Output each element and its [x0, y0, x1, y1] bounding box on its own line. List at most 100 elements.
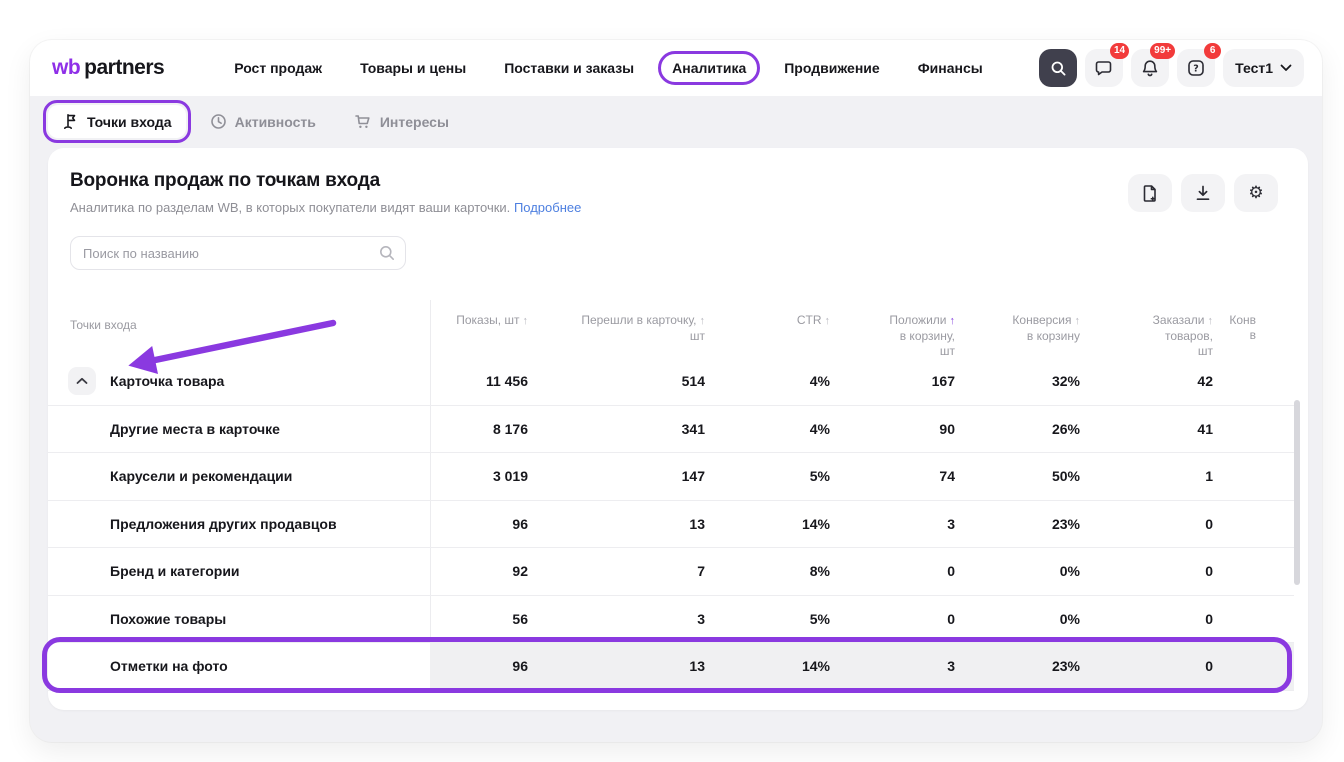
account-menu[interactable]: Тест1	[1223, 49, 1304, 87]
file-plus-icon	[1141, 184, 1159, 203]
cell-3-5: 0	[1080, 516, 1213, 532]
tab-1[interactable]: Активность	[196, 105, 330, 138]
nav-item-2[interactable]: Поставки и заказы	[504, 60, 634, 76]
entry-point-name: Похожие товары	[110, 611, 226, 627]
help-button[interactable]: ? 6	[1177, 49, 1215, 87]
cell-0-3: 167	[830, 373, 955, 389]
table-row-5[interactable]: Похожие товары5635%00%0	[48, 596, 1294, 644]
column-header-2[interactable]: CTR↑	[705, 313, 830, 358]
column-header-1[interactable]: Перешли в карточку,↑шт	[528, 313, 705, 358]
search-button[interactable]	[1039, 49, 1077, 87]
cell-1-3: 90	[830, 421, 955, 437]
nav-item-1[interactable]: Товары и цены	[360, 60, 466, 76]
column-header-5[interactable]: Заказали↑товаров,шт	[1080, 313, 1213, 358]
cell-6-2: 14%	[705, 658, 830, 674]
tab-label: Активность	[235, 114, 316, 130]
help-icon: ?	[1187, 59, 1205, 77]
account-name: Тест1	[1235, 60, 1273, 76]
report-button[interactable]	[1128, 174, 1172, 212]
cell-4-5: 0	[1080, 563, 1213, 579]
collapse-button[interactable]	[68, 367, 96, 395]
cell-2-2: 5%	[705, 468, 830, 484]
table-row-6[interactable]: Отметки на фото961314%323%0	[48, 643, 1294, 691]
cell-1-5: 41	[1080, 421, 1213, 437]
cell-5-3: 0	[830, 611, 955, 627]
chat-icon	[1095, 59, 1114, 77]
entry-point-name: Карточка товара	[110, 373, 224, 389]
cell-4-0: 92	[430, 563, 528, 579]
cell-6-5: 0	[1080, 658, 1213, 674]
cell-3-1: 13	[528, 516, 705, 532]
logo-wb: wb	[52, 56, 80, 80]
download-icon	[1194, 184, 1212, 202]
vertical-scrollbar[interactable]	[1294, 400, 1300, 585]
nav-item-3[interactable]: Аналитика	[672, 60, 746, 76]
tab-0[interactable]: Точки входа	[48, 105, 186, 138]
content-area: Точки входа Активность Интересы Воронка пр…	[30, 96, 1322, 742]
cell-4-2: 8%	[705, 563, 830, 579]
column-header-6[interactable]: Конвв	[1213, 313, 1294, 358]
messages-badge: 14	[1110, 43, 1129, 59]
table-row-0[interactable]: Карточка товара 11 4565144%16732%42	[48, 358, 1294, 406]
cell-0-4: 32%	[955, 373, 1080, 389]
cell-6-3: 3	[830, 658, 955, 674]
column-header-4[interactable]: Конверсия↑в корзину	[955, 313, 1080, 358]
nav-item-0[interactable]: Рост продаж	[234, 60, 322, 76]
cell-5-0: 56	[430, 611, 528, 627]
cell-1-1: 341	[528, 421, 705, 437]
table-row-2[interactable]: Карусели и рекомендации3 0191475%7450%1	[48, 453, 1294, 501]
tab-label: Точки входа	[87, 114, 172, 130]
entry-flag-icon	[62, 113, 79, 130]
page-subtitle: Аналитика по разделам WB, в которых поку…	[70, 200, 581, 215]
wb-partners-logo[interactable]: wbpartners	[52, 56, 164, 80]
messages-button[interactable]: 14	[1085, 49, 1123, 87]
settings-button[interactable]: ⚙	[1234, 174, 1278, 212]
nav-item-4[interactable]: Продвижение	[784, 60, 879, 76]
search-input[interactable]	[70, 236, 406, 270]
more-link[interactable]: Подробнее	[514, 200, 581, 215]
entry-point-name: Бренд и категории	[110, 563, 240, 579]
cell-4-1: 7	[528, 563, 705, 579]
cell-1-4: 26%	[955, 421, 1080, 437]
cell-5-5: 0	[1080, 611, 1213, 627]
table-row-4[interactable]: Бренд и категории9278%00%0	[48, 548, 1294, 596]
page: wbpartners Рост продаж Товары и цены Поста…	[0, 0, 1344, 762]
tab-2[interactable]: Интересы	[340, 105, 463, 138]
notifications-button[interactable]: 99+	[1131, 49, 1169, 87]
chevron-down-icon	[1280, 64, 1292, 72]
card-actions: ⚙	[1128, 174, 1278, 212]
cell-6-0: 96	[430, 658, 528, 674]
download-button[interactable]	[1181, 174, 1225, 212]
notifications-badge: 99+	[1150, 43, 1175, 59]
topbar-actions: 14 99+ ? 6 Тест1	[1039, 49, 1304, 87]
tab-label: Интересы	[380, 114, 449, 130]
search-icon	[1050, 60, 1067, 77]
cell-0-0: 11 456	[430, 373, 528, 389]
cell-1-2: 4%	[705, 421, 830, 437]
cell-6-1: 13	[528, 658, 705, 674]
cell-0-2: 4%	[705, 373, 830, 389]
table-header-row: Точки входа Показы, шт↑Перешли в карточк…	[48, 300, 1294, 358]
svg-text:?: ?	[1193, 64, 1199, 75]
cell-0-5: 42	[1080, 373, 1213, 389]
cart-icon	[354, 113, 372, 130]
cell-3-3: 3	[830, 516, 955, 532]
cell-3-2: 14%	[705, 516, 830, 532]
nav-item-5[interactable]: Финансы	[918, 60, 983, 76]
entry-points-table: Точки входа Показы, шт↑Перешли в карточк…	[48, 300, 1294, 691]
table-row-1[interactable]: Другие места в карточке8 1763414%9026%41	[48, 406, 1294, 454]
cell-3-4: 23%	[955, 516, 1080, 532]
cell-5-2: 5%	[705, 611, 830, 627]
annotation-nav-ring	[658, 51, 760, 85]
column-header-3[interactable]: Положили↑в корзину,шт	[830, 313, 955, 358]
funnel-card: Воронка продаж по точкам входа Аналитика…	[48, 148, 1308, 710]
cell-0-1: 514	[528, 373, 705, 389]
cell-2-0: 3 019	[430, 468, 528, 484]
cell-2-4: 50%	[955, 468, 1080, 484]
entry-point-name: Карусели и рекомендации	[110, 468, 292, 484]
app-window: wbpartners Рост продаж Товары и цены Поста…	[30, 40, 1322, 742]
table-row-3[interactable]: Предложения других продавцов961314%323%0	[48, 501, 1294, 549]
main-nav: Рост продаж Товары и цены Поставки и заказ…	[234, 60, 983, 76]
cell-1-0: 8 176	[430, 421, 528, 437]
column-header-0[interactable]: Показы, шт↑	[430, 313, 528, 358]
